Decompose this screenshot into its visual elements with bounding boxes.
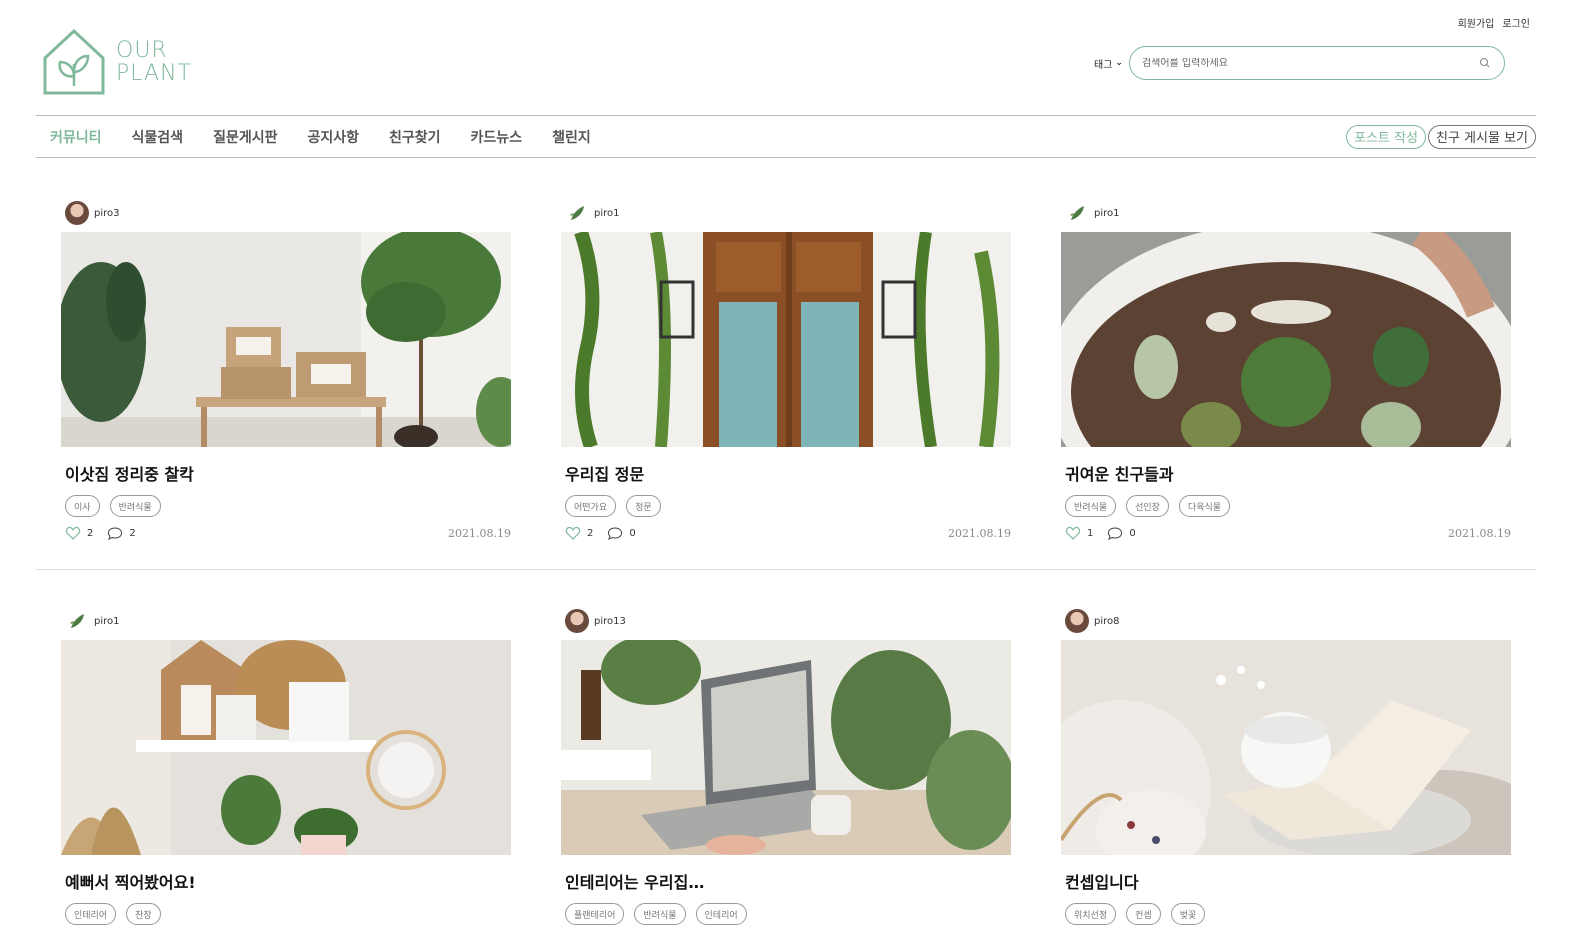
nav-item-card-news[interactable]: 카드뉴스 — [471, 127, 523, 147]
tag[interactable]: 반려식물 — [1065, 495, 1117, 517]
chevron-down-icon: ⌄ — [1115, 58, 1123, 68]
post-image[interactable] — [561, 232, 1011, 447]
search-box — [1128, 46, 1505, 80]
search-input[interactable] — [1141, 57, 1462, 69]
post-image[interactable] — [61, 640, 511, 855]
post-card[interactable]: piro1 예뻐서 찍어봤어요! 인테리어 찬장 — [61, 608, 511, 925]
like-count: 1 — [1087, 527, 1094, 539]
heart-icon[interactable] — [1065, 525, 1081, 541]
leaf-avatar-icon — [1070, 206, 1084, 220]
username[interactable]: piro1 — [94, 616, 120, 627]
avatar[interactable] — [565, 609, 589, 633]
avatar[interactable] — [1065, 609, 1089, 633]
post-card[interactable]: piro1 귀여운 친구들과 반려식물 선인장 다육식물 1 0 2021.08… — [1061, 200, 1511, 541]
tag[interactable]: 어떤가요 — [565, 495, 617, 517]
nav-item-notice[interactable]: 공지사항 — [307, 127, 359, 147]
nav-item-find-friends[interactable]: 친구찾기 — [389, 127, 441, 147]
tag-select-label: 태그 — [1094, 59, 1113, 71]
like-count: 2 — [87, 527, 94, 539]
row-divider — [36, 569, 1536, 570]
signup-link[interactable]: 회원가입 — [1458, 15, 1495, 30]
nav-item-challenge[interactable]: 챌린지 — [552, 127, 591, 147]
avatar[interactable] — [565, 201, 589, 225]
avatar[interactable] — [65, 201, 89, 225]
comment-icon[interactable] — [1107, 525, 1123, 541]
heart-icon[interactable] — [565, 525, 581, 541]
logo-line-2: PLANT — [116, 61, 192, 86]
tag[interactable]: 선인장 — [1126, 495, 1169, 517]
username[interactable]: piro1 — [594, 208, 620, 219]
post-date: 2021.08.19 — [1448, 526, 1511, 540]
post-card[interactable]: piro1 우리집 정문 어떤가요 정문 2 0 2021.08.19 — [561, 200, 1011, 541]
logo[interactable]: OUR PLANT — [42, 28, 192, 96]
search-icon[interactable] — [1478, 56, 1492, 70]
post-title[interactable]: 우리집 정문 — [561, 461, 1011, 485]
tag[interactable]: 정문 — [626, 495, 661, 517]
post-title[interactable]: 귀여운 친구들과 — [1061, 461, 1511, 485]
tag[interactable]: 찬장 — [126, 903, 161, 925]
post-title[interactable]: 이삿짐 정리중 찰칵 — [61, 461, 511, 485]
tag[interactable]: 이사 — [65, 495, 100, 517]
post-date: 2021.08.19 — [948, 526, 1011, 540]
tag[interactable]: 플랜테리어 — [565, 903, 625, 925]
nav-item-community[interactable]: 커뮤니티 — [50, 127, 102, 147]
main-nav: 커뮤니티 식물검색 질문게시판 공지사항 친구찾기 카드뉴스 챌린지 포스트 작… — [36, 115, 1536, 158]
logo-line-1: OUR — [116, 38, 168, 63]
comment-icon[interactable] — [107, 525, 123, 541]
post-image[interactable] — [1061, 640, 1511, 855]
logo-house-sprout-icon — [43, 28, 105, 95]
search-area: 태그 ⌄ — [1094, 46, 1505, 80]
tag-select[interactable]: 태그 ⌄ — [1094, 56, 1123, 71]
comment-count: 0 — [629, 527, 636, 539]
leaf-avatar-icon — [70, 614, 84, 628]
tag[interactable]: 인테리어 — [695, 903, 747, 925]
comment-icon[interactable] — [607, 525, 623, 541]
post-date: 2021.08.19 — [448, 526, 511, 540]
heart-icon[interactable] — [65, 525, 81, 541]
post-image[interactable] — [1061, 232, 1511, 447]
username[interactable]: piro13 — [594, 616, 626, 627]
tag[interactable]: 반려식물 — [634, 903, 686, 925]
tag[interactable]: 다육식물 — [1178, 495, 1231, 517]
comment-count: 0 — [1129, 527, 1136, 539]
tag[interactable]: 위치선정 — [1065, 903, 1117, 925]
nav-item-plant-search[interactable]: 식물검색 — [132, 127, 184, 147]
post-title[interactable]: 컨셉입니다 — [1061, 869, 1511, 893]
comment-count: 2 — [129, 527, 136, 539]
tag[interactable]: 인테리어 — [65, 903, 117, 925]
tag[interactable]: 컨셉 — [1126, 903, 1161, 925]
username[interactable]: piro8 — [1094, 616, 1120, 627]
like-count: 2 — [587, 527, 594, 539]
post-title[interactable]: 예뻐서 찍어봤어요! — [61, 869, 511, 893]
write-post-button[interactable]: 포스트 작성 — [1346, 124, 1426, 149]
username[interactable]: piro3 — [94, 208, 120, 219]
post-image[interactable] — [61, 232, 511, 447]
post-title[interactable]: 인테리어는 우리집… — [561, 869, 1011, 893]
post-card[interactable]: piro13 인테리어는 우리집… 플랜테리어 반려식물 인테리어 — [561, 608, 1011, 925]
top-links: 회원가입 로그인 — [1458, 15, 1530, 30]
post-card[interactable]: piro8 컨셉입니다 위치선정 컨셉 벚꽃 — [1061, 608, 1511, 925]
nav-item-qna[interactable]: 질문게시판 — [213, 127, 277, 147]
leaf-avatar-icon — [570, 206, 584, 220]
username[interactable]: piro1 — [1094, 208, 1120, 219]
tag[interactable]: 벚꽃 — [1170, 903, 1206, 925]
post-card[interactable]: piro3 이삿짐 정리중 찰칵 이사 반려식물 2 2 2021.08.19 — [61, 200, 511, 541]
friend-posts-button[interactable]: 친구 게시물 보기 — [1428, 124, 1536, 149]
avatar[interactable] — [65, 609, 89, 633]
avatar[interactable] — [1065, 201, 1089, 225]
tag[interactable]: 반려식물 — [109, 495, 161, 517]
logo-text: OUR PLANT — [116, 39, 192, 85]
post-image[interactable] — [561, 640, 1011, 855]
login-link[interactable]: 로그인 — [1502, 15, 1530, 30]
